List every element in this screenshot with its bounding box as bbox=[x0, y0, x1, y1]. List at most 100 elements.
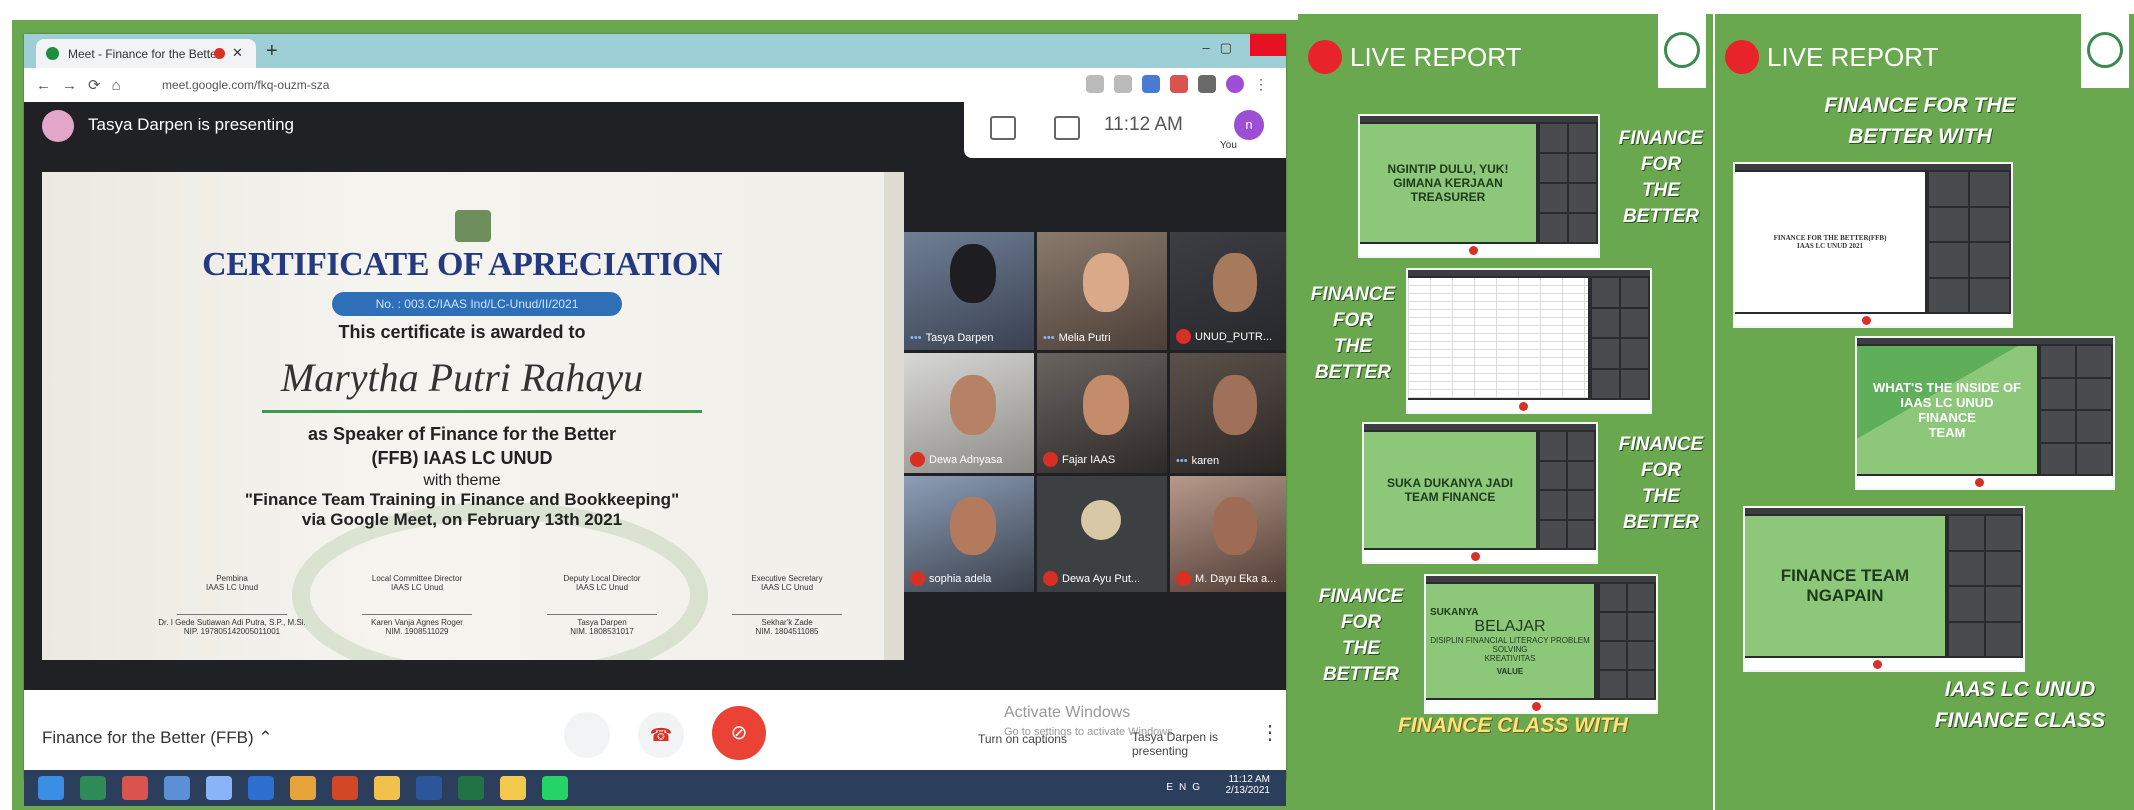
speaking-icon: ••• bbox=[1176, 455, 1188, 467]
mic-off-icon bbox=[1043, 452, 1058, 467]
browser-tab[interactable]: Meet - Finance for the Bette ✕ bbox=[36, 39, 256, 68]
you-label: You bbox=[1220, 140, 1237, 151]
iaas-logo bbox=[1658, 14, 1706, 88]
meet-screenshot-thumb: FINANCE FOR THE BETTER(FFB) IAAS LC UNUD… bbox=[1733, 162, 2013, 328]
star-icon[interactable] bbox=[1114, 75, 1132, 93]
live-dot-icon bbox=[1725, 40, 1759, 74]
close-tab-icon[interactable]: ✕ bbox=[232, 45, 243, 61]
profile-icon[interactable] bbox=[1226, 75, 1244, 93]
participant-tile[interactable]: Fajar IAAS bbox=[1037, 353, 1167, 473]
recording-icon bbox=[214, 48, 225, 59]
excel-icon[interactable] bbox=[458, 776, 484, 800]
theme-label: with theme bbox=[423, 472, 501, 489]
participant-name: sophia adela bbox=[910, 571, 991, 586]
tab-bar: Meet - Finance for the Bette ✕ + –▢ bbox=[24, 34, 1286, 68]
participant-name: M. Dayu Eka a... bbox=[1176, 571, 1276, 586]
camera-icon[interactable] bbox=[1086, 75, 1104, 93]
participant-tile[interactable]: Dewa Adnyasa bbox=[904, 353, 1034, 473]
navigation-icons[interactable]: ←→⟳⌂ bbox=[36, 76, 132, 94]
signature-org: IAAS LC Unud bbox=[205, 583, 259, 592]
mic-off-icon bbox=[1176, 329, 1191, 344]
via-line: via Google Meet, on February 13th 2021 bbox=[301, 510, 623, 529]
theme-text: "Finance Team Training in Finance and Bo… bbox=[244, 490, 680, 509]
participant-name: Dewa Adnyasa bbox=[910, 452, 1002, 467]
slide-item: VALUE bbox=[1496, 666, 1524, 676]
signature-role: Deputy Local Director bbox=[563, 574, 641, 583]
chevron-up-icon: ⌃ bbox=[258, 728, 273, 747]
signature-mark bbox=[362, 594, 472, 615]
extension-icon[interactable] bbox=[1142, 75, 1160, 93]
participant-name: ••• Melia Putri bbox=[1043, 332, 1111, 344]
signature-id: NIP. 197805142005011001 bbox=[183, 627, 281, 636]
captions-button[interactable]: Turn on captions bbox=[978, 732, 1067, 746]
slide-title: FINANCE TEAM NGAPAIN bbox=[1745, 516, 1945, 656]
system-tray[interactable]: ENG bbox=[1166, 782, 1206, 793]
address-bar: ←→⟳⌂ meet.google.com/fkq-ouzm-sza ⋮ bbox=[24, 68, 1286, 103]
meeting-details-button[interactable]: Finance for the Better (FFB) ⌃ bbox=[42, 728, 273, 748]
signature-mark bbox=[177, 594, 287, 615]
user-avatar[interactable]: n bbox=[1234, 110, 1264, 140]
url-field[interactable]: meet.google.com/fkq-ouzm-sza bbox=[162, 75, 1062, 95]
mic-off-icon bbox=[910, 571, 925, 586]
awarded-text: This certificate is awarded to bbox=[338, 322, 586, 342]
ie-icon[interactable] bbox=[248, 776, 274, 800]
document-slide: FINANCE FOR THE BETTER(FFB) IAAS LC UNUD… bbox=[1735, 172, 1925, 312]
folder-icon[interactable] bbox=[500, 776, 526, 800]
certificate-title: CERTIFICATE OF APRECIATION bbox=[202, 246, 722, 283]
folder-icon[interactable] bbox=[374, 776, 400, 800]
app-icon[interactable] bbox=[164, 776, 190, 800]
window-controls[interactable]: –▢ bbox=[1202, 40, 1242, 56]
window-close-button[interactable] bbox=[1250, 34, 1286, 56]
event-line: (FFB) IAAS LC UNUD bbox=[371, 448, 553, 468]
clock: 11:12 AM bbox=[1104, 114, 1183, 135]
signature-block: Pembina IAAS LC Unud Dr. I Gede Sutiawan… bbox=[147, 574, 317, 636]
live-report-panel-1: LIVE REPORT NGINTIP DULU, YUK! GIMANA KE… bbox=[1298, 14, 1713, 810]
participant-tile[interactable]: UNUD_PUTR... bbox=[1170, 232, 1286, 350]
app-icon[interactable] bbox=[122, 776, 148, 800]
app-icon[interactable] bbox=[206, 776, 232, 800]
chat-icon[interactable] bbox=[1054, 116, 1080, 140]
microphone-button[interactable] bbox=[564, 712, 610, 758]
participant-tile[interactable]: Dewa Ayu Put... bbox=[1037, 476, 1167, 592]
system-clock[interactable]: 11:12 AM 2/13/2021 bbox=[1226, 774, 1271, 796]
live-dot-icon bbox=[1308, 40, 1342, 74]
signature-org: IAAS LC Unud bbox=[390, 583, 444, 592]
word-icon[interactable] bbox=[416, 776, 442, 800]
speaking-icon: ••• bbox=[910, 332, 922, 344]
participant-name: ••• karen bbox=[1176, 455, 1220, 467]
camera-off-button[interactable]: ⊘ bbox=[712, 706, 766, 760]
present-now-button[interactable]: Tasya Darpen is presenting bbox=[1132, 730, 1222, 758]
signature-org: IAAS LC Unud bbox=[760, 583, 814, 592]
powerpoint-icon[interactable] bbox=[332, 776, 358, 800]
new-tab-button[interactable]: + bbox=[266, 40, 278, 63]
people-icon[interactable] bbox=[990, 116, 1016, 140]
extension-icon[interactable] bbox=[1170, 75, 1188, 93]
slide-edge bbox=[884, 172, 904, 660]
start-icon[interactable] bbox=[38, 776, 64, 800]
chrome-icon[interactable] bbox=[290, 776, 316, 800]
meet-screenshot-thumb: WHAT'S THE INSIDE OF IAAS LC UNUD FINANC… bbox=[1855, 336, 2115, 490]
puzzle-icon[interactable] bbox=[1198, 75, 1216, 93]
side-label: FINANCE FOR THE BETTER bbox=[1618, 128, 1704, 227]
side-label: FINANCE FOR THE BETTER bbox=[1310, 284, 1396, 383]
whatsapp-icon[interactable] bbox=[542, 776, 568, 800]
participant-tile[interactable]: ••• karen bbox=[1170, 353, 1286, 473]
signature-name: Dr. I Gede Sutiawan Adi Putra, S.P., M.S… bbox=[158, 618, 306, 627]
slide-title: BELAJAR bbox=[1474, 617, 1546, 635]
participant-tile[interactable]: ••• Tasya Darpen bbox=[904, 232, 1034, 350]
participant-name: Fajar IAAS bbox=[1043, 452, 1115, 467]
more-options-icon[interactable]: ⋮ bbox=[1260, 720, 1280, 745]
menu-icon[interactable]: ⋮ bbox=[1254, 75, 1272, 93]
participant-tile[interactable]: sophia adela bbox=[904, 476, 1034, 592]
side-label: FINANCE FOR THE BETTER bbox=[1618, 434, 1704, 533]
live-report-header: LIVE REPORT bbox=[1308, 40, 1521, 74]
avatar bbox=[42, 110, 74, 142]
participant-tile[interactable]: ••• Melia Putri bbox=[1037, 232, 1167, 350]
live-report-label: LIVE REPORT bbox=[1350, 41, 1522, 72]
signature-mark bbox=[547, 594, 657, 615]
app-icon[interactable] bbox=[80, 776, 106, 800]
leave-call-button[interactable]: ☎ bbox=[638, 712, 684, 758]
bottom-caption: IAAS LC UNUD FINANCE CLASS bbox=[1934, 678, 2106, 732]
participant-tile[interactable]: M. Dayu Eka a... bbox=[1170, 476, 1286, 592]
participant-name: Dewa Ayu Put... bbox=[1043, 571, 1140, 586]
